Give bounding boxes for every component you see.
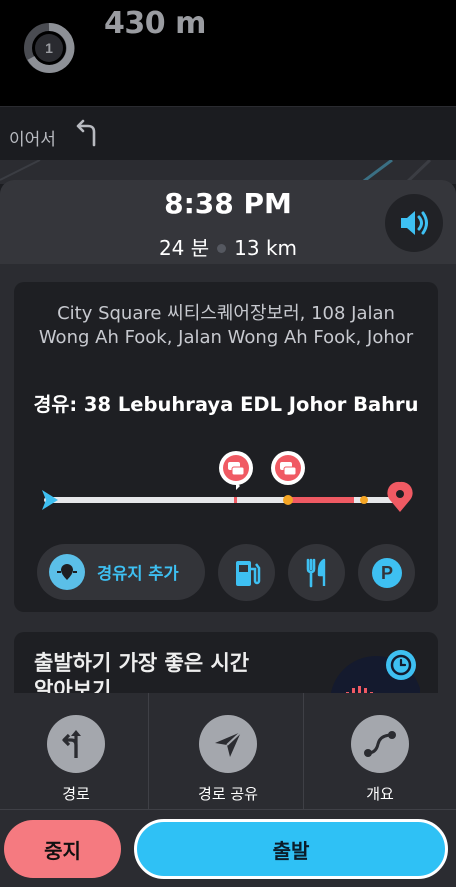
- overview-button[interactable]: 개요: [304, 693, 456, 809]
- svg-text:P: P: [380, 563, 392, 583]
- share-route-label: 경로 공유: [198, 785, 258, 803]
- then-instruction-bar: 이어서: [0, 106, 456, 162]
- stop-button[interactable]: 중지: [4, 820, 121, 878]
- add-stop-icon: [49, 554, 85, 590]
- turn-instruction-bar: 1 430 m: [0, 0, 456, 106]
- restaurants-button[interactable]: [288, 544, 345, 601]
- separator-dot: [217, 243, 227, 253]
- speaker-icon: [401, 211, 428, 235]
- then-label: 이어서: [9, 130, 56, 150]
- traffic-slow-dot: [283, 495, 293, 505]
- sound-button[interactable]: [385, 194, 443, 252]
- turn-distance: 430 m: [104, 6, 206, 41]
- divider: [148, 693, 149, 809]
- trip-distance: 13 km: [234, 236, 298, 260]
- route-via: 경유: 38 Lebuhraya EDL Johor Bahru: [33, 393, 419, 416]
- traffic-heavy-segment: [289, 497, 354, 503]
- route-icon: [47, 715, 105, 773]
- stop-actions: 경유지 추가 P: [14, 542, 438, 602]
- destination-pin-icon: [387, 481, 413, 512]
- traffic-jam-icon: [271, 451, 305, 485]
- routes-button[interactable]: 경로: [0, 693, 152, 809]
- roundabout-exit-icon: 1: [24, 22, 75, 73]
- destination-card[interactable]: City Square 씨티스퀘어장보러, 108 Jalan Wong Ah …: [14, 282, 438, 612]
- traffic-jam-icon: [219, 451, 253, 490]
- divider: [0, 809, 456, 810]
- routes-label: 경로: [62, 785, 90, 803]
- route-progress-line: [42, 451, 413, 512]
- add-stop-button[interactable]: 경유지 추가: [37, 544, 205, 600]
- traffic-incident-marker: [234, 497, 237, 503]
- fork-knife-icon: [306, 558, 325, 587]
- share-route-icon: [199, 715, 257, 773]
- overview-icon: [351, 715, 409, 773]
- turn-left-icon: [76, 119, 96, 147]
- trip-summary-header: 8:38 PM 24 분 13 km: [0, 180, 456, 264]
- exit-number: 1: [45, 40, 53, 56]
- traffic-slow-dot: [360, 496, 368, 504]
- go-button[interactable]: 출발: [134, 819, 448, 879]
- share-route-button[interactable]: 경로 공유: [152, 693, 304, 809]
- destination-address: City Square 씨티스퀘어장보러, 108 Jalan Wong Ah …: [38, 303, 414, 348]
- trip-duration: 24 분: [158, 236, 210, 260]
- gas-station-icon: [235, 560, 260, 586]
- add-stop-label: 경유지 추가: [97, 564, 179, 583]
- gas-station-button[interactable]: [218, 544, 275, 601]
- bottom-action-bar: 경로 경로 공유 개요 중지 출발: [0, 693, 456, 887]
- overview-label: 개요: [366, 785, 394, 803]
- parking-icon: P: [371, 557, 402, 588]
- parking-button[interactable]: P: [358, 544, 415, 601]
